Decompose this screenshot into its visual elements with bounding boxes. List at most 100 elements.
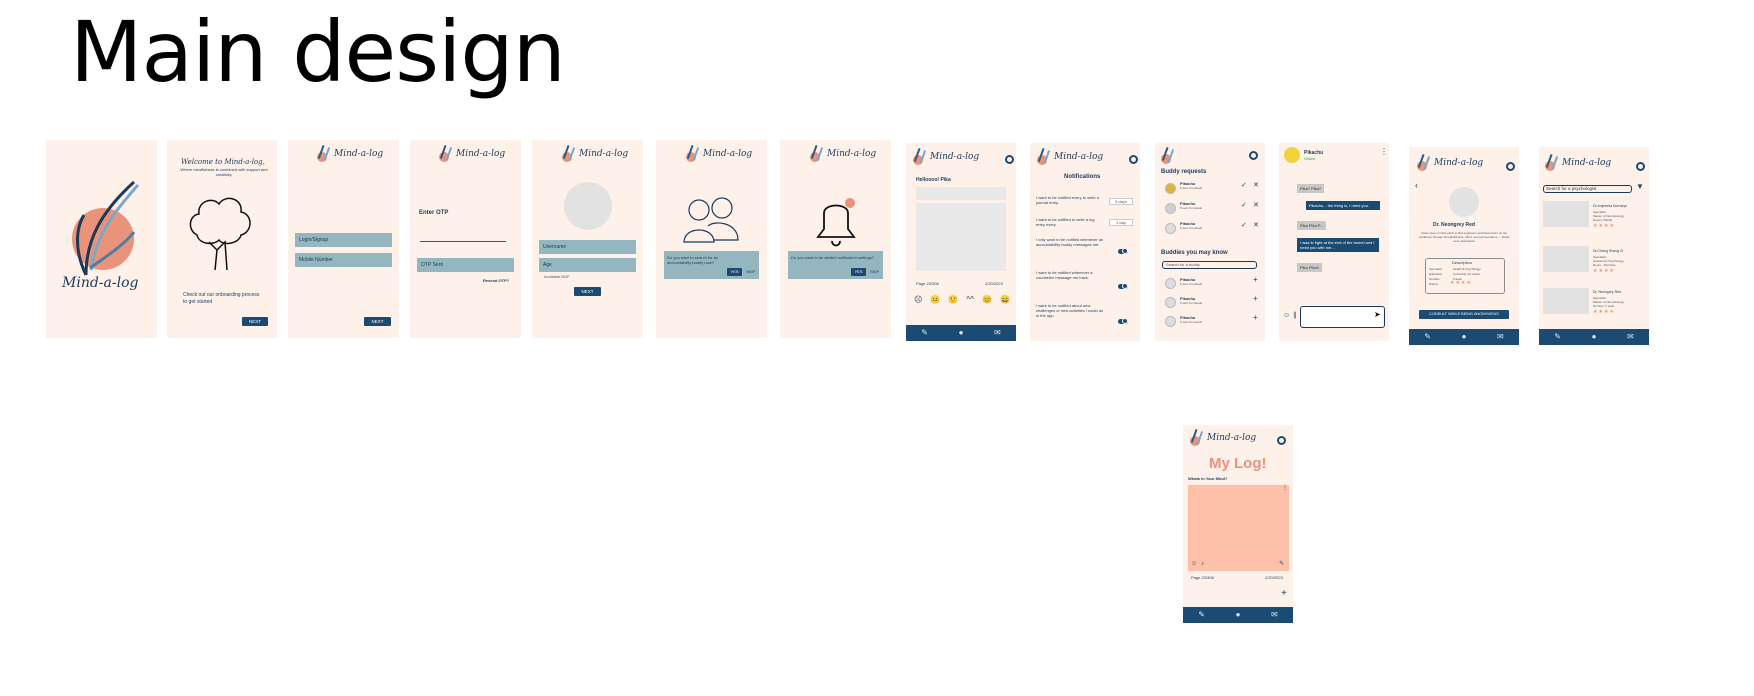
nav-mail-icon[interactable]: ✉ bbox=[1627, 333, 1634, 341]
decline-x-icon[interactable]: ✕ bbox=[1253, 182, 1259, 189]
next-button[interactable]: NEXT bbox=[574, 287, 601, 296]
mood-icon-5[interactable]: 😊 bbox=[982, 295, 992, 304]
add-buddy-plus-icon[interactable]: + bbox=[1253, 276, 1258, 284]
mood-icon-3[interactable]: 🙂 bbox=[948, 295, 958, 304]
more-options-icon[interactable]: ⋮ bbox=[1380, 148, 1388, 156]
psychologist-name: Dr. Neongrey Red bbox=[1433, 222, 1475, 228]
psychologist-bio: I have been on this earth to find engine… bbox=[1418, 231, 1510, 243]
nav-mail-icon[interactable]: ✉ bbox=[1271, 611, 1278, 619]
otp-digit-slots[interactable] bbox=[420, 241, 506, 243]
mood-icon-4[interactable]: ^^ bbox=[966, 295, 974, 304]
filter-icon[interactable]: ▼ bbox=[1636, 183, 1644, 191]
back-chevron-icon[interactable]: ‹ bbox=[1415, 181, 1418, 190]
suggest-sub-3: 5 sent 9 mutuals bbox=[1180, 320, 1203, 324]
nav-profile-icon[interactable]: ● bbox=[1236, 611, 1241, 619]
result-name-3[interactable]: Dr. Neongrey Red bbox=[1593, 290, 1621, 295]
otp-screen: Mind-a-log Enter OTP OTP Sent Resend OTP… bbox=[410, 140, 521, 338]
yes-button[interactable]: YES bbox=[851, 268, 866, 276]
logo-icon bbox=[808, 146, 824, 162]
app-logo: Mind-a-log bbox=[315, 146, 383, 162]
chat-message-3: Pika Pika P... bbox=[1297, 221, 1327, 230]
accept-check-icon[interactable]: ✓ bbox=[1241, 222, 1247, 229]
nav-log-icon[interactable]: ✎ bbox=[1198, 611, 1205, 619]
mood-icon-2[interactable]: 😐 bbox=[930, 295, 940, 304]
result-image-3[interactable] bbox=[1543, 288, 1589, 314]
mood-icon-6[interactable]: 😄 bbox=[1000, 295, 1010, 304]
app-logo: Mind-a-log bbox=[808, 146, 876, 162]
app-logo: Mind-a-log bbox=[911, 149, 979, 165]
profile-note: Available NOF bbox=[544, 274, 570, 279]
buddies-screen: Buddy requests Pikachu 5 sent 9 mutuals … bbox=[1155, 143, 1265, 341]
add-buddy-plus-icon[interactable]: + bbox=[1253, 314, 1258, 322]
welcome-body: Check out our onboarding process to get … bbox=[183, 292, 260, 305]
result-lines-3: Specialist Master of Neurobiology Number… bbox=[1593, 296, 1625, 308]
settings-gear-icon[interactable] bbox=[1636, 162, 1645, 171]
nav-log-icon[interactable]: ✎ bbox=[1424, 333, 1431, 341]
logo-text: Mind-a-log bbox=[827, 149, 877, 159]
attach-icon[interactable]: ∥ bbox=[1293, 312, 1297, 319]
log-entry-pad[interactable] bbox=[1188, 485, 1289, 571]
accept-check-icon[interactable]: ✓ bbox=[1241, 182, 1247, 189]
mood-icon-1[interactable]: ☹ bbox=[914, 295, 922, 304]
app-name-large: Mind-a-log bbox=[62, 275, 139, 291]
mobile-number-field[interactable]: Mobile Number bbox=[295, 253, 392, 267]
skip-button[interactable]: SKIP bbox=[870, 269, 879, 274]
next-button[interactable]: NEXT bbox=[242, 317, 268, 326]
pad-more-icon[interactable]: ⋮ bbox=[1282, 485, 1288, 491]
welcome-heading: Welcome to Mind-a-log, bbox=[181, 158, 265, 166]
send-icon[interactable]: ➤ bbox=[1374, 311, 1381, 319]
pad-edit-icon[interactable]: ✎ bbox=[1279, 561, 1284, 567]
notif-toggle-3[interactable] bbox=[1118, 248, 1128, 254]
nav-mail-icon[interactable]: ✉ bbox=[1497, 333, 1504, 341]
result-image-1[interactable] bbox=[1543, 201, 1589, 227]
nav-profile-icon[interactable]: ● bbox=[1462, 333, 1467, 341]
journal-title-input[interactable] bbox=[916, 187, 1006, 200]
add-buddy-plus-icon[interactable]: + bbox=[1253, 295, 1258, 303]
avatar-placeholder[interactable] bbox=[564, 182, 612, 230]
add-entry-plus-icon[interactable]: + bbox=[1281, 589, 1287, 599]
nav-mail-icon[interactable]: ✉ bbox=[994, 329, 1001, 337]
result-lines-1: Specialist Master of Neurobiology Doctor… bbox=[1593, 210, 1625, 222]
next-button[interactable]: NEXT bbox=[364, 317, 391, 326]
skip-button[interactable]: SKIP bbox=[746, 269, 755, 274]
settings-gear-icon[interactable] bbox=[1249, 151, 1258, 160]
nav-profile-icon[interactable]: ● bbox=[959, 329, 964, 337]
settings-gear-icon[interactable] bbox=[1277, 436, 1286, 445]
nav-profile-icon[interactable]: ● bbox=[1592, 333, 1597, 341]
emoji-icon[interactable]: ☺ bbox=[1283, 312, 1290, 319]
psychologist-search-input[interactable]: Search for a psychologist bbox=[1543, 185, 1632, 193]
accept-check-icon[interactable]: ✓ bbox=[1241, 202, 1247, 209]
pad-mic-icon[interactable]: ♪ bbox=[1201, 561, 1204, 567]
settings-gear-icon[interactable] bbox=[1506, 162, 1515, 171]
logo-icon bbox=[1415, 155, 1431, 171]
login-signup-field[interactable]: Login/Signup bbox=[295, 233, 392, 247]
decline-x-icon[interactable]: ✕ bbox=[1253, 202, 1259, 209]
settings-gear-icon[interactable] bbox=[1129, 155, 1138, 164]
notif-prompt-question: Do you want to be alerted notification s… bbox=[791, 255, 874, 260]
mood-selector[interactable]: ☹ 😐 🙂 ^^ 😊 😄 bbox=[914, 295, 1010, 304]
settings-gear-icon[interactable] bbox=[1005, 155, 1014, 164]
nav-log-icon[interactable]: ✎ bbox=[921, 329, 928, 337]
notif-interval-select-1[interactable]: 2 days bbox=[1109, 198, 1133, 205]
notif-toggle-5[interactable] bbox=[1118, 318, 1128, 324]
journal-body-input[interactable] bbox=[916, 203, 1006, 271]
otp-sent-field[interactable]: OTP Sent bbox=[417, 258, 514, 272]
nav-log-icon[interactable]: ✎ bbox=[1554, 333, 1561, 341]
resend-otp-link[interactable]: Resend OTP? bbox=[483, 278, 509, 283]
result-image-2[interactable] bbox=[1543, 246, 1589, 272]
consult-anonymous-button[interactable]: CONSULT WHILE BEING ANONYMOUS bbox=[1419, 310, 1509, 319]
notif-toggle-4[interactable] bbox=[1118, 283, 1128, 289]
pad-emoji-icon[interactable]: ☺ bbox=[1191, 561, 1197, 567]
message-input[interactable] bbox=[1300, 306, 1385, 328]
result-name-1[interactable]: Dr.Anjeesha Kumaryn bbox=[1593, 204, 1627, 209]
age-field[interactable]: Age bbox=[539, 258, 636, 272]
yes-button[interactable]: YES bbox=[727, 268, 742, 276]
result-name-2[interactable]: Dr.Chang Shang Ci bbox=[1593, 249, 1623, 254]
decline-x-icon[interactable]: ✕ bbox=[1253, 222, 1259, 229]
buddy-search-input[interactable]: Search for a buddy bbox=[1162, 261, 1257, 269]
username-field[interactable]: Username bbox=[539, 240, 636, 254]
notif-interval-select-2[interactable]: 1 day bbox=[1109, 219, 1133, 226]
journal-screen: Mind-a-log Helloooo! Pika Page 23/308 2/… bbox=[906, 143, 1016, 341]
chat-screen: Pikachu Online ⋮ Pika? Pika? Pikachu... … bbox=[1279, 143, 1389, 341]
app-logo-large bbox=[72, 180, 140, 276]
